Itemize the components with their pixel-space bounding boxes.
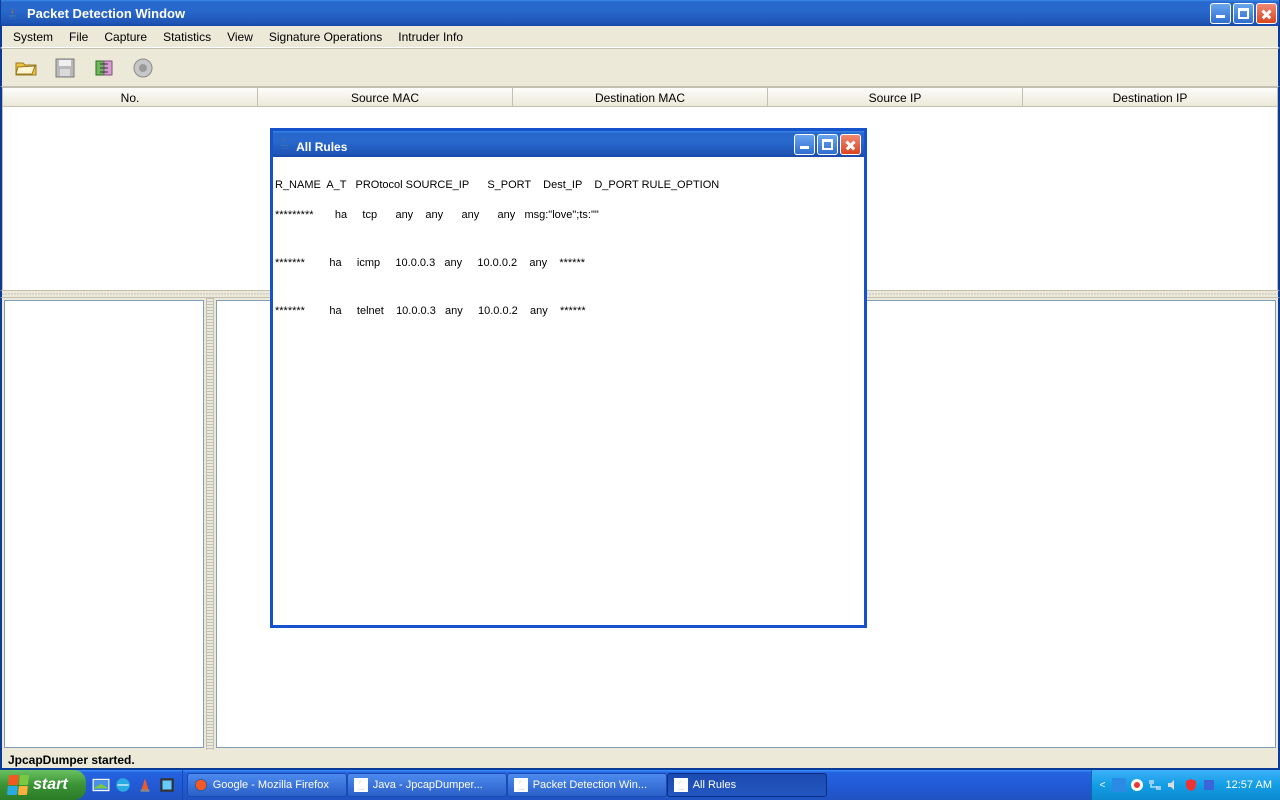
all-rules-title: All Rules — [296, 140, 347, 154]
menu-system[interactable]: System — [6, 27, 60, 47]
menu-intruder-info[interactable]: Intruder Info — [391, 27, 470, 47]
tray-shield-icon[interactable] — [1184, 778, 1198, 792]
maximize-button[interactable] — [1233, 3, 1254, 24]
inner-minimize-button[interactable] — [794, 134, 815, 155]
all-rules-window: All Rules R_NAME A_T PROtocol SOURCE_IP … — [270, 128, 867, 628]
quick-launch — [86, 770, 183, 800]
start-button[interactable]: start — [0, 770, 86, 800]
firefox-icon — [194, 778, 208, 792]
stop-button[interactable] — [123, 50, 162, 85]
all-rules-titlebar[interactable]: All Rules — [273, 131, 864, 157]
col-dest-mac[interactable]: Destination MAC — [513, 88, 768, 106]
java-icon — [514, 778, 528, 792]
minimize-button[interactable] — [1210, 3, 1231, 24]
java-icon — [5, 5, 21, 21]
toolbar — [0, 48, 1280, 87]
tray-volume-icon[interactable] — [1166, 778, 1180, 792]
rule-row: ********* ha tcp any any any any msg:"lo… — [275, 207, 862, 223]
tree-pane — [4, 300, 204, 748]
col-source-ip[interactable]: Source IP — [768, 88, 1023, 106]
taskbar-clock[interactable]: 12:57 AM — [1222, 779, 1272, 791]
tray-icon[interactable] — [1112, 778, 1126, 792]
close-button[interactable] — [1256, 3, 1277, 24]
task-label: Packet Detection Win... — [533, 779, 647, 791]
java-icon — [354, 778, 368, 792]
task-all-rules[interactable]: All Rules — [667, 773, 827, 797]
java-icon — [277, 135, 293, 151]
ql-app[interactable] — [158, 776, 176, 794]
ql-show-desktop[interactable] — [92, 776, 110, 794]
task-label: Google - Mozilla Firefox — [213, 779, 329, 791]
save-button[interactable] — [45, 50, 84, 85]
vertical-splitter[interactable] — [206, 298, 214, 750]
task-java-jpcap[interactable]: Java - JpcapDumper... — [347, 773, 507, 797]
task-label: Java - JpcapDumper... — [373, 779, 483, 791]
windows-logo-icon — [7, 775, 29, 795]
start-label: start — [33, 776, 68, 794]
packet-table-header: No. Source MAC Destination MAC Source IP… — [2, 87, 1278, 107]
col-dest-ip[interactable]: Destination IP — [1023, 88, 1277, 106]
rule-row — [275, 285, 862, 289]
inner-close-button[interactable] — [840, 134, 861, 155]
all-rules-text[interactable]: R_NAME A_T PROtocol SOURCE_IP S_PORT Des… — [273, 157, 864, 353]
task-items: Google - Mozilla Firefox Java - JpcapDum… — [183, 770, 1091, 800]
status-bar: JpcapDumper started. — [0, 750, 1280, 770]
inner-maximize-button[interactable] — [817, 134, 838, 155]
menubar: System File Capture Statistics View Sign… — [0, 26, 1280, 48]
task-label: All Rules — [693, 779, 736, 791]
ql-vlc[interactable] — [136, 776, 154, 794]
ql-ie[interactable] — [114, 776, 132, 794]
menu-signature-operations[interactable]: Signature Operations — [262, 27, 389, 47]
tray-network-icon[interactable] — [1148, 778, 1162, 792]
capture-button[interactable] — [84, 50, 123, 85]
rule-row: ******* ha telnet 10.0.0.3 any 10.0.0.2 … — [275, 303, 862, 319]
system-tray[interactable]: < 12:57 AM — [1091, 770, 1280, 800]
task-packet-detection[interactable]: Packet Detection Win... — [507, 773, 667, 797]
col-no[interactable]: No. — [3, 88, 258, 106]
tray-icon[interactable] — [1130, 778, 1144, 792]
main-window-title: Packet Detection Window — [27, 6, 185, 21]
menu-statistics[interactable]: Statistics — [156, 27, 218, 47]
task-firefox[interactable]: Google - Mozilla Firefox — [187, 773, 347, 797]
open-file-button[interactable] — [6, 50, 45, 85]
taskbar: start Google - Mozilla Firefox Java - Jp… — [0, 770, 1280, 800]
menu-capture[interactable]: Capture — [97, 27, 154, 47]
rule-row — [275, 237, 862, 241]
main-window-titlebar: Packet Detection Window — [0, 0, 1280, 26]
rules-header: R_NAME A_T PROtocol SOURCE_IP S_PORT Des… — [275, 177, 862, 193]
menu-file[interactable]: File — [62, 27, 95, 47]
rule-row: ******* ha icmp 10.0.0.3 any 10.0.0.2 an… — [275, 255, 862, 271]
tray-chevron-icon[interactable]: < — [1100, 780, 1106, 791]
tray-icon[interactable] — [1202, 778, 1216, 792]
menu-view[interactable]: View — [220, 27, 260, 47]
col-source-mac[interactable]: Source MAC — [258, 88, 513, 106]
java-icon — [674, 778, 688, 792]
